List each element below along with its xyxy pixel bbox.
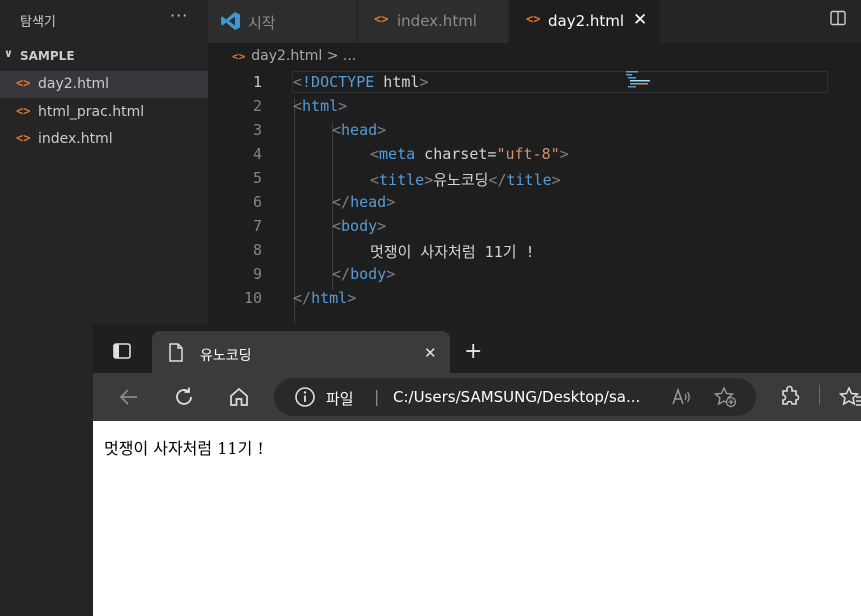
toolbar-divider [819,385,820,405]
extensions-icon[interactable] [778,385,802,409]
html-file-icon: <> [16,104,31,118]
read-aloud-icon[interactable] [671,386,693,408]
favorites-icon[interactable] [839,385,861,409]
line-number: 8 [252,241,262,259]
refresh-icon[interactable] [172,385,196,409]
line-number: 2 [252,97,262,115]
line-number: 7 [252,217,262,235]
code-line: <html> [293,97,348,115]
page-body-text: 멋쟁이 사자처럼 11기 ! [104,439,264,458]
info-icon[interactable] [294,386,316,408]
address-scheme-label: 파일 [326,390,354,408]
file-label: html_prac.html [38,104,145,120]
line-number: 5 [252,169,262,187]
folder-name: SAMPLE [20,49,75,63]
line-number: 4 [252,145,262,163]
tab-label: 시작 [248,14,276,32]
html-file-icon: <> [526,12,541,26]
close-icon[interactable]: ✕ [633,10,647,30]
home-icon[interactable] [227,385,251,409]
address-url[interactable]: C:/Users/SAMSUNG/Desktop/sa... [393,388,640,406]
file-item-day2[interactable]: <> day2.html [0,71,208,98]
tab-label: day2.html [548,12,625,30]
page-icon [169,343,183,362]
line-number: 1 [252,73,262,91]
breadcrumb-rest[interactable]: > ... [322,48,357,64]
code-line: <body> [332,217,387,235]
code-line: <!DOCTYPE html> [293,73,429,91]
more-actions-icon[interactable]: ··· [170,6,188,25]
browser-window: 유노코딩 ✕ + 파일 | C:/Users/SAMSUNG/Desktop/s… [93,323,861,616]
line-number: 9 [252,265,262,283]
html-file-icon: <> [232,50,246,63]
address-bar[interactable]: 파일 | C:/Users/SAMSUNG/Desktop/sa... [274,378,756,416]
tab-day2-html[interactable]: <> day2.html ✕ [510,0,660,43]
file-label: day2.html [38,76,109,92]
split-editor-icon[interactable] [830,10,846,26]
code-line: </html> [293,289,357,307]
line-number: 3 [252,121,262,139]
html-file-icon: <> [16,131,31,145]
address-separator: | [374,387,380,406]
close-icon[interactable]: ✕ [424,344,437,362]
minimap[interactable] [618,70,652,90]
tab-actions-icon[interactable] [113,343,131,359]
new-tab-button[interactable]: + [464,341,482,363]
file-item-index[interactable]: <> index.html [0,126,208,153]
tab-start[interactable]: 시작 [208,0,356,43]
code-line: <title>유노코딩</title> [370,171,561,189]
file-item-html-prac[interactable]: <> html_prac.html [0,99,208,126]
breadcrumb[interactable]: <> day2.html > ... [232,48,356,64]
add-favorite-icon[interactable] [714,386,738,408]
code-editor[interactable]: 1 2 3 4 5 6 7 8 9 10 <!DOCTYPE html> <ht… [208,70,861,338]
editor-tab-bar: 시작 <> index.html <> day2.html ✕ [208,0,861,43]
file-label: index.html [38,131,113,147]
browser-tab-strip: 유노코딩 ✕ + [93,323,861,373]
html-file-icon: <> [374,12,389,26]
explorer-title: 탐색기 [20,15,56,30]
html-file-icon: <> [16,76,31,90]
code-line: </head> [332,193,396,211]
browser-toolbar: 파일 | C:/Users/SAMSUNG/Desktop/sa... [93,373,861,421]
code-line: <head> [332,121,387,139]
back-arrow-icon[interactable] [117,385,141,409]
code-line: 멋쟁이 사자처럼 11기 ! [370,243,535,261]
tab-label: index.html [397,12,477,30]
breadcrumb-file[interactable]: day2.html [251,48,322,64]
tab-index-html[interactable]: <> index.html [358,0,508,43]
folder-header[interactable]: ∨ SAMPLE [0,46,208,68]
chevron-down-icon: ∨ [4,47,13,60]
line-number: 6 [252,193,262,211]
vscode-icon [221,12,240,30]
code-line: <meta charset="uft-8"> [370,145,569,163]
code-line: </body> [332,265,396,283]
browser-tab[interactable]: 유노코딩 ✕ [152,331,450,373]
browser-page-content: 멋쟁이 사자처럼 11기 ! [93,421,861,616]
line-number: 10 [243,289,262,307]
browser-tab-title: 유노코딩 [200,348,252,364]
